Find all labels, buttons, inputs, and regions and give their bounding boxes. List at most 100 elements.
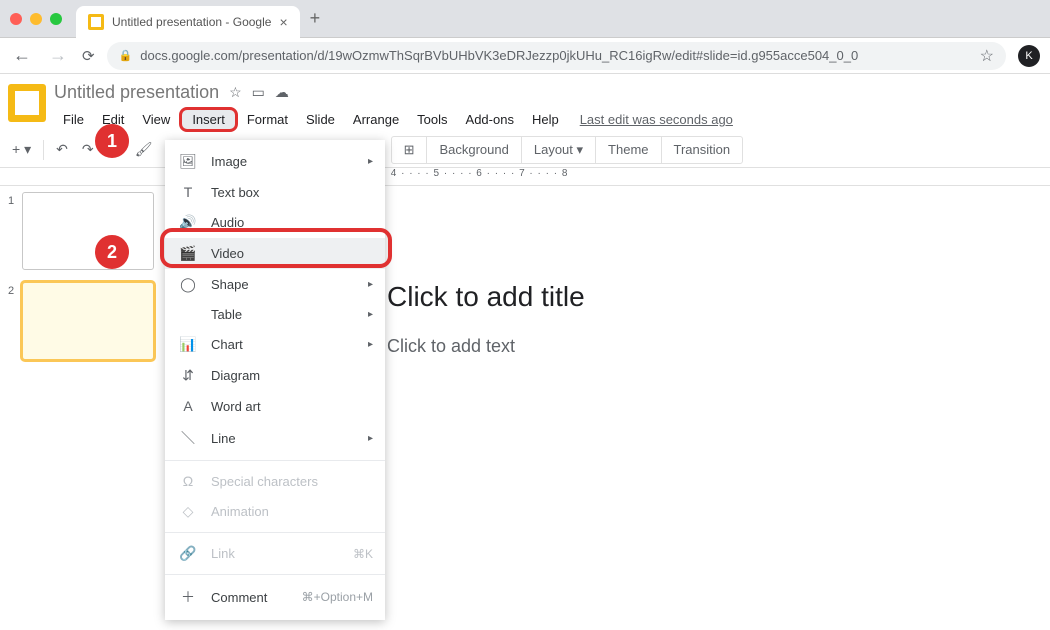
annotation-badge-2: 2 [95, 235, 129, 269]
menu-format[interactable]: Format [238, 108, 297, 131]
toolbar: + ▾ ↶ ↷ 🖶 🖌 ⊞ Background Layout ▾ Theme … [0, 132, 1050, 168]
slides-favicon-icon [88, 14, 104, 30]
last-edit-link[interactable]: Last edit was seconds ago [580, 112, 733, 127]
animation-icon: ◇ [179, 503, 197, 520]
shape-icon: ◯ [179, 276, 197, 293]
menu-item-label: Line [211, 431, 236, 446]
close-window-button[interactable] [10, 13, 22, 25]
menu-view[interactable]: View [133, 108, 179, 131]
textbox-icon: T [179, 184, 197, 200]
menu-item-label: Table [211, 307, 242, 322]
menu-item-label: Chart [211, 337, 243, 352]
window-controls [10, 13, 62, 25]
menu-help[interactable]: Help [523, 108, 568, 131]
shortcut-label: ⌘+Option+M [302, 590, 373, 604]
bookmark-star-icon[interactable]: ☆ [980, 46, 994, 66]
menu-item-image[interactable]: 🖼 Image ▸ [165, 146, 385, 177]
submenu-arrow-icon: ▸ [368, 339, 373, 350]
annotation-badge-1: 1 [95, 124, 129, 158]
close-tab-icon[interactable]: × [279, 14, 287, 30]
thumb-index: 1 [8, 195, 16, 270]
comment-icon: ＋ [179, 587, 197, 607]
menu-item-link: 🔗 Link ⌘K [165, 538, 385, 569]
video-icon: 🎬 [179, 245, 197, 262]
menu-item-label: Word art [211, 399, 261, 414]
back-button[interactable]: ← [10, 43, 34, 68]
minimize-window-button[interactable] [30, 13, 42, 25]
menu-item-shape[interactable]: ◯ Shape ▸ [165, 269, 385, 300]
insert-menu-dropdown: 🖼 Image ▸ T Text box 🔊 Audio 🎬 Video ◯ S… [165, 140, 385, 620]
line-icon: ＼ [179, 428, 197, 448]
app-header: Untitled presentation ☆ ▭ ☁ File Edit Vi… [0, 74, 1050, 132]
menu-item-table[interactable]: Table ▸ [165, 300, 385, 329]
menu-separator [165, 460, 385, 461]
menu-arrange[interactable]: Arrange [344, 108, 408, 131]
new-tab-button[interactable]: + [310, 8, 321, 29]
thumb-index: 2 [8, 285, 16, 360]
menu-item-chart[interactable]: 📊 Chart ▸ [165, 329, 385, 360]
undo-button[interactable]: ↶ [50, 137, 74, 162]
forward-button[interactable]: → [46, 43, 70, 68]
lock-icon: 🔒 [119, 49, 133, 62]
profile-avatar[interactable]: K [1018, 45, 1040, 67]
paint-format-button[interactable]: 🖌 [129, 137, 159, 162]
toolbar-group: ⊞ Background Layout ▾ Theme Transition [391, 136, 744, 164]
star-outline-icon[interactable]: ☆ [229, 84, 242, 101]
layout-button[interactable]: Layout ▾ [522, 137, 596, 163]
menu-separator [165, 574, 385, 575]
slide-thumbnail-2[interactable] [22, 282, 154, 360]
menu-item-comment[interactable]: ＋ Comment ⌘+Option+M [165, 580, 385, 614]
new-slide-button[interactable]: + ▾ [6, 137, 37, 162]
title-placeholder[interactable]: Click to add title [387, 281, 585, 313]
theme-button[interactable]: Theme [596, 137, 661, 163]
submenu-arrow-icon: ▸ [368, 156, 373, 167]
address-bar[interactable]: 🔒 docs.google.com/presentation/d/19wOzmw… [107, 42, 1006, 70]
menu-item-diagram[interactable]: ⇵ Diagram [165, 360, 385, 391]
editor-area: 1 2 Click to add title Click to add text [0, 186, 1050, 630]
menu-item-label: Video [211, 246, 244, 261]
separator [43, 140, 44, 160]
cloud-status-icon[interactable]: ☁ [275, 84, 289, 101]
reload-button[interactable]: ⟳ [82, 47, 95, 65]
menu-item-line[interactable]: ＼ Line ▸ [165, 421, 385, 455]
body-placeholder[interactable]: Click to add text [387, 336, 515, 357]
menu-tools[interactable]: Tools [408, 108, 456, 131]
browser-tab-strip: Untitled presentation - Google × + [0, 0, 1050, 38]
move-folder-icon[interactable]: ▭ [252, 84, 265, 101]
background-button[interactable]: Background [427, 137, 521, 163]
menu-slide[interactable]: Slide [297, 108, 344, 131]
tab-title: Untitled presentation - Google [112, 15, 271, 29]
transition-button[interactable]: Transition [662, 137, 743, 163]
shortcut-label: ⌘K [353, 547, 373, 561]
image-icon: 🖼 [179, 153, 197, 170]
menu-item-audio[interactable]: 🔊 Audio [165, 207, 385, 238]
textbox-tool-icon[interactable]: ⊞ [392, 137, 428, 163]
menu-item-wordart[interactable]: A Word art [165, 391, 385, 421]
menu-addons[interactable]: Add-ons [457, 108, 523, 131]
menu-item-label: Audio [211, 215, 244, 230]
chart-icon: 📊 [179, 336, 197, 353]
slides-logo-icon[interactable] [8, 84, 46, 122]
audio-icon: 🔊 [179, 214, 197, 231]
menu-item-label: Link [211, 546, 235, 561]
menu-file[interactable]: File [54, 108, 93, 131]
document-title[interactable]: Untitled presentation [54, 82, 219, 103]
menu-item-animation: ◇ Animation [165, 496, 385, 527]
browser-tab[interactable]: Untitled presentation - Google × [76, 6, 300, 38]
wordart-icon: A [179, 398, 197, 414]
menu-item-label: Shape [211, 277, 249, 292]
slide-thumbnail-panel: 1 2 [0, 186, 162, 630]
submenu-arrow-icon: ▸ [368, 309, 373, 320]
maximize-window-button[interactable] [50, 13, 62, 25]
menu-item-label: Text box [211, 185, 259, 200]
special-chars-icon: Ω [179, 473, 197, 489]
menu-bar: File Edit View Insert Format Slide Arran… [54, 107, 733, 132]
submenu-arrow-icon: ▸ [368, 279, 373, 290]
slide-thumbnail-1[interactable] [22, 192, 154, 270]
url-text: docs.google.com/presentation/d/19wOzmwTh… [140, 48, 858, 63]
menu-item-video[interactable]: 🎬 Video [165, 238, 385, 269]
menu-insert[interactable]: Insert [179, 107, 238, 132]
link-icon: 🔗 [179, 545, 197, 562]
menu-item-textbox[interactable]: T Text box [165, 177, 385, 207]
menu-item-label: Diagram [211, 368, 260, 383]
